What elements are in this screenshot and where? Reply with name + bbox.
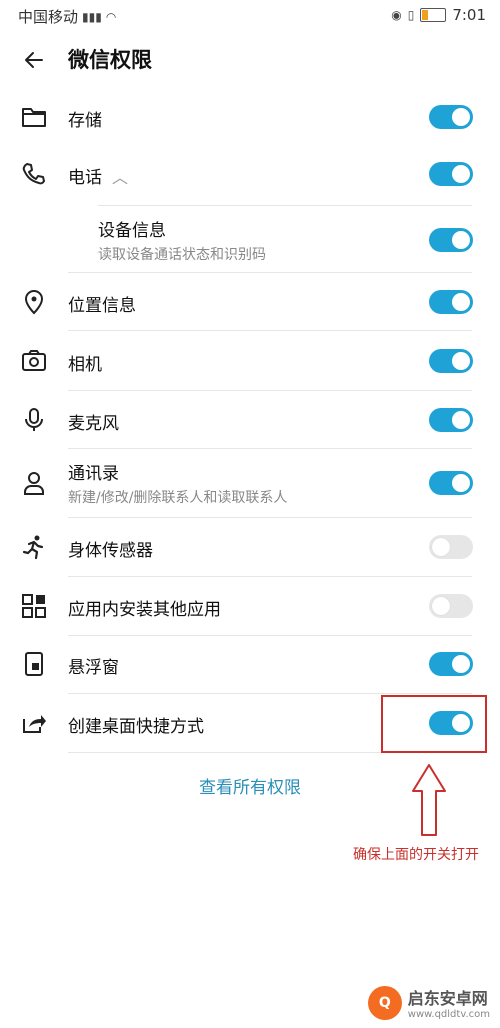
microphone-icon xyxy=(20,406,48,434)
permission-label: 位置信息 xyxy=(68,296,136,316)
location-icon xyxy=(20,288,48,316)
battery-icon xyxy=(420,8,447,22)
divider xyxy=(68,330,472,331)
permission-toggle[interactable] xyxy=(429,290,473,314)
divider xyxy=(98,205,472,206)
running-icon xyxy=(20,533,48,561)
phone-icon xyxy=(20,160,48,188)
up-arrow-annotation xyxy=(412,764,446,836)
floating-window-icon xyxy=(20,650,48,678)
status-bar: 中国移动 ▮▮▮ ◠ ◉ ▯ 7:01 xyxy=(0,0,500,32)
toggle-knob xyxy=(432,538,450,556)
permission-label: 麦克风 xyxy=(68,414,119,434)
permission-label: 相机 xyxy=(68,355,102,375)
permission-toggle[interactable] xyxy=(429,105,473,129)
permission-label: 创建桌面快捷方式 xyxy=(68,717,204,737)
permission-label: 悬浮窗 xyxy=(68,658,119,678)
divider xyxy=(68,390,472,391)
folder-icon xyxy=(20,103,48,131)
permission-toggle[interactable] xyxy=(429,349,473,373)
toggle-knob xyxy=(452,108,470,126)
permission-toggle[interactable] xyxy=(429,408,473,432)
permission-label: 存储 xyxy=(68,111,102,131)
camera-icon xyxy=(20,347,48,375)
app-header: 微信权限 xyxy=(0,32,500,84)
divider xyxy=(68,693,472,694)
divider xyxy=(68,517,472,518)
toggle-knob xyxy=(432,597,450,615)
permission-toggle[interactable] xyxy=(429,228,473,252)
permission-toggle[interactable] xyxy=(429,594,473,618)
permission-toggle[interactable] xyxy=(429,652,473,676)
permission-label: 通讯录 xyxy=(68,464,119,484)
permission-label: 身体传感器 xyxy=(68,541,153,561)
permission-toggle[interactable] xyxy=(429,535,473,559)
divider xyxy=(68,272,472,273)
permission-label: 设备信息 xyxy=(98,221,166,241)
watermark-name: 启东安卓网 xyxy=(407,989,488,1008)
carrier-name: 中国移动 xyxy=(18,8,79,26)
highlight-box xyxy=(381,695,487,753)
toggle-knob xyxy=(452,655,470,673)
apps-icon xyxy=(20,592,48,620)
signal-icon: ▮▮▮ xyxy=(82,9,102,24)
permission-description: 读取设备通话状态和识别码 xyxy=(98,247,266,263)
chevron-up-icon[interactable]: ︿ xyxy=(112,164,128,188)
clock: 7:01 xyxy=(452,6,486,24)
contacts-icon xyxy=(20,469,48,497)
toggle-knob xyxy=(452,293,470,311)
eye-icon: ◉ xyxy=(391,8,402,22)
watermark-url: www.qdldtv.com xyxy=(407,1009,490,1020)
permission-label: 应用内安装其他应用 xyxy=(68,600,221,620)
divider xyxy=(68,576,472,577)
permission-toggle[interactable] xyxy=(429,162,473,186)
toggle-knob xyxy=(452,165,470,183)
watermark-logo-icon: Q xyxy=(367,985,402,1020)
divider xyxy=(68,635,472,636)
page-title: 微信权限 xyxy=(68,48,152,72)
back-button[interactable] xyxy=(16,42,52,78)
toggle-knob xyxy=(452,474,470,492)
toggle-knob xyxy=(452,411,470,429)
toggle-knob xyxy=(452,231,470,249)
watermark: Q 启东安卓网 www.qdldtv.com xyxy=(367,985,490,1020)
permission-toggle[interactable] xyxy=(429,471,473,495)
divider xyxy=(68,448,472,449)
arrow-left-icon xyxy=(25,52,43,68)
toggle-knob xyxy=(452,352,470,370)
permission-description: 新建/修改/删除联系人和读取联系人 xyxy=(68,490,288,506)
annotation-note: 确保上面的开关打开 xyxy=(353,847,479,863)
permission-label: 电话 ︿ xyxy=(68,163,128,188)
wifi-icon: ◠ xyxy=(105,9,117,24)
shortcut-icon xyxy=(20,709,48,737)
vibrate-icon: ▯ xyxy=(407,8,415,22)
